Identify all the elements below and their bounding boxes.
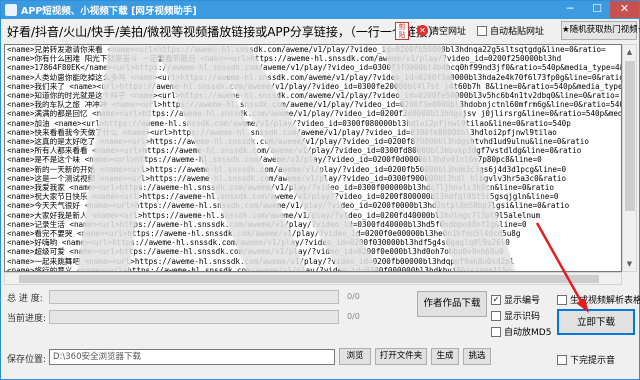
scroll-down-icon[interactable]: ▼ <box>623 257 636 271</box>
clear-urls-label: 清空网址 <box>430 27 467 37</box>
browse-button[interactable]: 浏览 <box>339 348 371 365</box>
auto-md5-checkbox[interactable]: 自动放MD5 <box>491 325 551 338</box>
url-line: <name>我的车队之旅 冲冲冲 <name><url>https://awem… <box>7 100 621 110</box>
show-captcha-checkbox[interactable]: 显示识码 <box>491 309 540 322</box>
checkbox-box[interactable] <box>557 294 567 305</box>
checkbox-box[interactable] <box>477 25 487 36</box>
save-location-label: 保存位置: <box>7 355 47 365</box>
total-progress-label: 总 进 度: <box>7 294 43 304</box>
done-prompt-checkbox[interactable]: 下完提示音 <box>557 353 615 366</box>
url-line: <name>我们来了 <name><url>https://aweme-hl.s… <box>7 81 621 91</box>
current-progress-label: 当前进度: <box>7 314 47 324</box>
bottom-panel: 总 进 度: 0/0 当前进度: 0/0 保存位置: D:\360安全浏览器下载… <box>1 287 640 379</box>
total-progress-bar <box>49 290 339 304</box>
clipboard-icon[interactable]: 剪贴 <box>395 22 409 40</box>
show-number-checkbox[interactable]: ✓ 显示编号 <box>491 293 540 306</box>
window-title: APP短视频、小视频下载 [网牙视频助手] <box>21 6 197 17</box>
checkbox-box[interactable] <box>491 310 501 321</box>
random-hot-videos-button[interactable]: ★随机获取热门视频★ <box>561 21 640 40</box>
generate-button[interactable]: 生成 <box>431 348 459 365</box>
app-window: APP短视频、小视频下载 [网牙视频助手] ─ ☐ ✕ 好看/抖音/火山/快手/… <box>0 0 640 380</box>
save-path-input[interactable]: D:\360安全浏览器下载 <box>49 349 335 365</box>
vertical-scrollbar[interactable]: ▲ ▼ <box>622 44 637 272</box>
title-bar: APP短视频、小视频下载 [网牙视频助手] ─ ☐ ✕ <box>1 1 639 19</box>
url-instructions-label: 好看/抖音/火山/快手/美拍/微视等视频播放链接或APP分享链接，（一行一个链接… <box>7 25 440 39</box>
url-line: <name>知道你的时光就是这个样子 <name><url>https://aw… <box>7 91 620 101</box>
current-progress-bar <box>49 310 339 324</box>
auto-md5-label: 自动放MD5 <box>504 328 552 338</box>
author-works-download-button[interactable]: 作者作品下载 <box>417 291 487 317</box>
close-button[interactable]: ✕ <box>610 1 639 18</box>
show-number-label: 显示编号 <box>504 296 541 306</box>
horizontal-scrollbar[interactable] <box>4 272 622 285</box>
download-now-button[interactable]: 立即下载 <box>557 309 635 335</box>
scroll-up-icon[interactable]: ▲ <box>623 45 636 59</box>
auto-paste-checkbox[interactable]: 自动粘贴网址 <box>477 24 544 37</box>
maximize-button[interactable]: ☐ <box>584 1 610 18</box>
current-progress-fraction: 0/0 <box>347 312 360 321</box>
url-line: <name>兄弟转发邀请你来看 <name><url>https://aweme… <box>7 45 606 54</box>
checkbox-box[interactable]: ✓ <box>491 294 501 305</box>
url-line: <name>满满的都是回忆 <name><url>https://aweme-h… <box>7 109 621 119</box>
url-line: <name>17864F80EK</name><url>https://awem… <box>7 63 621 73</box>
scrollbar-thumb[interactable] <box>625 61 635 211</box>
scroll-corner <box>622 272 637 285</box>
minimize-button[interactable]: ─ <box>557 1 583 18</box>
clear-urls-button[interactable]: ✕ 清空网址 <box>417 24 466 38</box>
done-prompt-label: 下完提示音 <box>570 356 616 366</box>
open-folder-button[interactable]: 打开文件夹 <box>375 348 427 365</box>
url-line: <name>你有什么困难 阳光下就是奋斗 一定要看到最后 <name><url>… <box>7 54 562 64</box>
total-progress-fraction: 0/0 <box>347 292 360 301</box>
pick-button[interactable]: 挑选 <box>463 348 491 365</box>
show-captcha-label: 显示识码 <box>504 312 541 322</box>
auto-paste-label: 自动粘贴网址 <box>490 27 545 37</box>
parse-table-checkbox[interactable]: 生成视频解析表格 <box>557 293 640 306</box>
toolbar: 好看/抖音/火山/快手/美拍/微视等视频播放链接或APP分享链接，（一行一个链接… <box>1 19 640 43</box>
clear-icon: ✕ <box>417 25 428 36</box>
checkbox-box[interactable] <box>491 326 501 337</box>
checkbox-box[interactable] <box>557 354 567 365</box>
hscrollbar-thumb[interactable] <box>19 275 599 283</box>
url-line: <name>人类幼崽你能吃掉这么多吗 <name><url>https://aw… <box>7 72 621 82</box>
app-icon <box>5 4 17 16</box>
url-list-textarea[interactable]: <name>兄弟转发邀请你来看 <name><url>https://aweme… <box>4 44 622 272</box>
parse-table-label: 生成视频解析表格 <box>570 296 640 306</box>
